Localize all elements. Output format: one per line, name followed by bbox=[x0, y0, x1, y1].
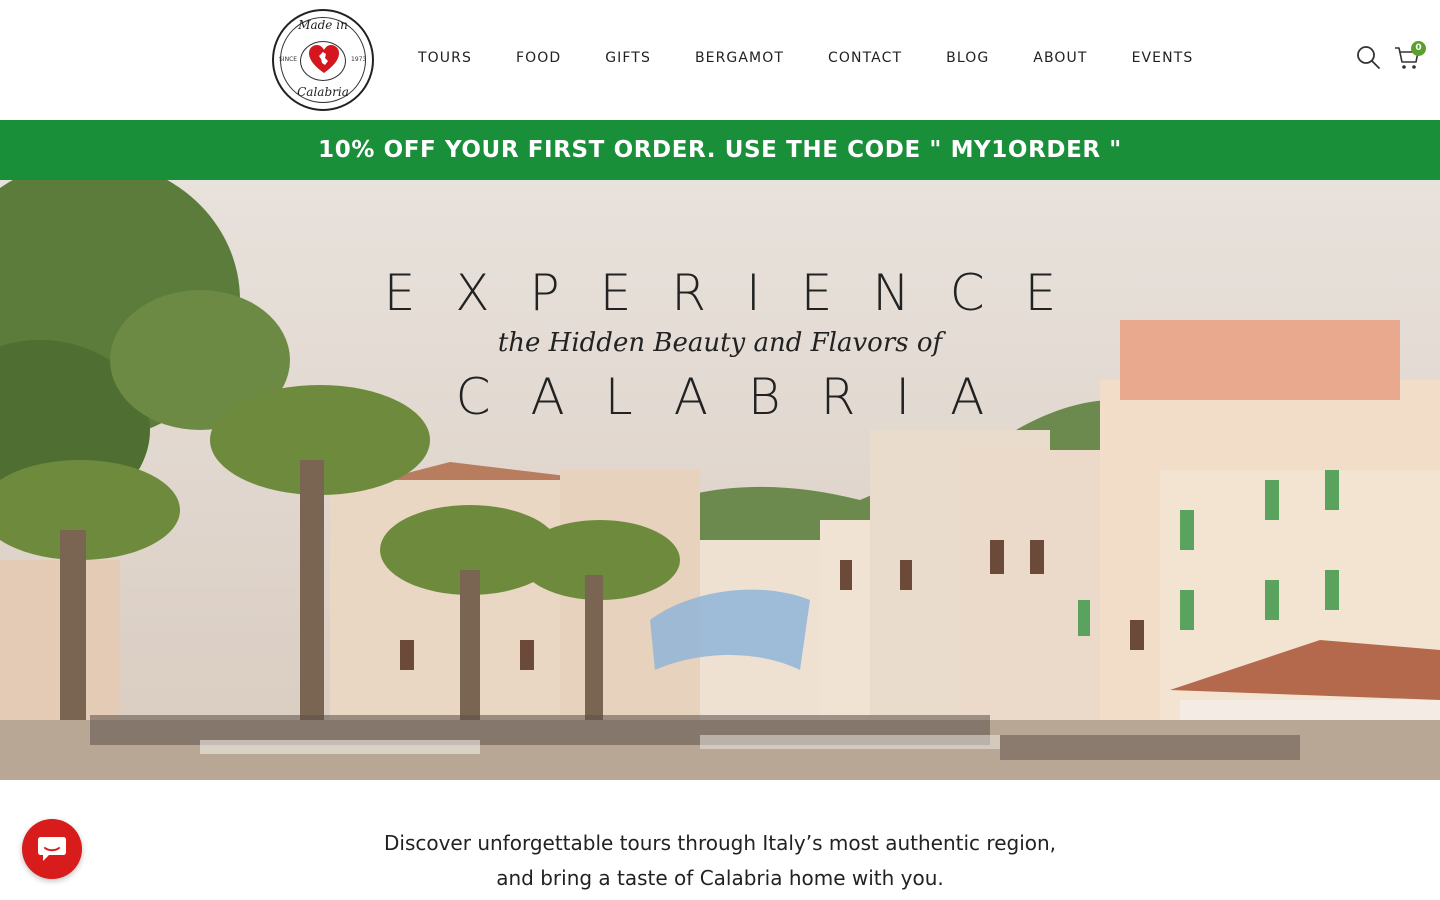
nav-item-events[interactable]: EVENTS bbox=[1132, 50, 1194, 66]
cart-count-badge: 0 bbox=[1411, 41, 1426, 56]
chat-button[interactable] bbox=[22, 819, 82, 879]
hero-title-calabria: CALABRIA bbox=[455, 368, 1025, 426]
made-in-calabria-logo[interactable]: Made in SINCE 1973 Calabria bbox=[272, 9, 374, 111]
hero-subtitle: the Hidden Beauty and Flavors of bbox=[497, 328, 943, 358]
chat-bubble-icon bbox=[38, 837, 66, 861]
hero-banner: EXPERIENCE the Hidden Beauty and Flavors… bbox=[0, 180, 1440, 780]
nav-item-gifts[interactable]: GIFTS bbox=[605, 50, 651, 66]
promo-banner[interactable]: 10% OFF YOUR FIRST ORDER. USE THE CODE "… bbox=[0, 120, 1440, 180]
promo-text: 10% OFF YOUR FIRST ORDER. USE THE CODE "… bbox=[318, 137, 1122, 163]
hero-title-experience: EXPERIENCE bbox=[383, 264, 1097, 322]
logo-top-text: Made in bbox=[298, 18, 348, 32]
nav-item-bergamot[interactable]: BERGAMOT bbox=[695, 50, 784, 66]
intro-line-2: and bring a taste of Calabria home with … bbox=[496, 866, 944, 890]
logo-since-text: SINCE bbox=[279, 56, 298, 63]
nav-item-about[interactable]: ABOUT bbox=[1033, 50, 1087, 66]
logo-bottom-text: Calabria bbox=[297, 85, 349, 99]
nav-item-contact[interactable]: CONTACT bbox=[828, 50, 902, 66]
main-nav: TOURS FOOD GIFTS BERGAMOT CONTACT BLOG A… bbox=[418, 50, 1237, 66]
intro-line-1: Discover unforgettable tours through Ita… bbox=[383, 831, 1057, 855]
site-header: Made in SINCE 1973 Calabria TOURS FOOD G… bbox=[0, 0, 1440, 120]
logo-year-text: 1973 bbox=[351, 56, 367, 63]
intro-text: Discover unforgettable tours through Ita… bbox=[0, 826, 1440, 896]
heart-icon bbox=[309, 45, 339, 73]
search-icon[interactable] bbox=[1355, 44, 1381, 70]
nav-item-food[interactable]: FOOD bbox=[516, 50, 561, 66]
nav-item-blog[interactable]: BLOG bbox=[946, 50, 989, 66]
nav-item-tours[interactable]: TOURS bbox=[418, 50, 472, 66]
